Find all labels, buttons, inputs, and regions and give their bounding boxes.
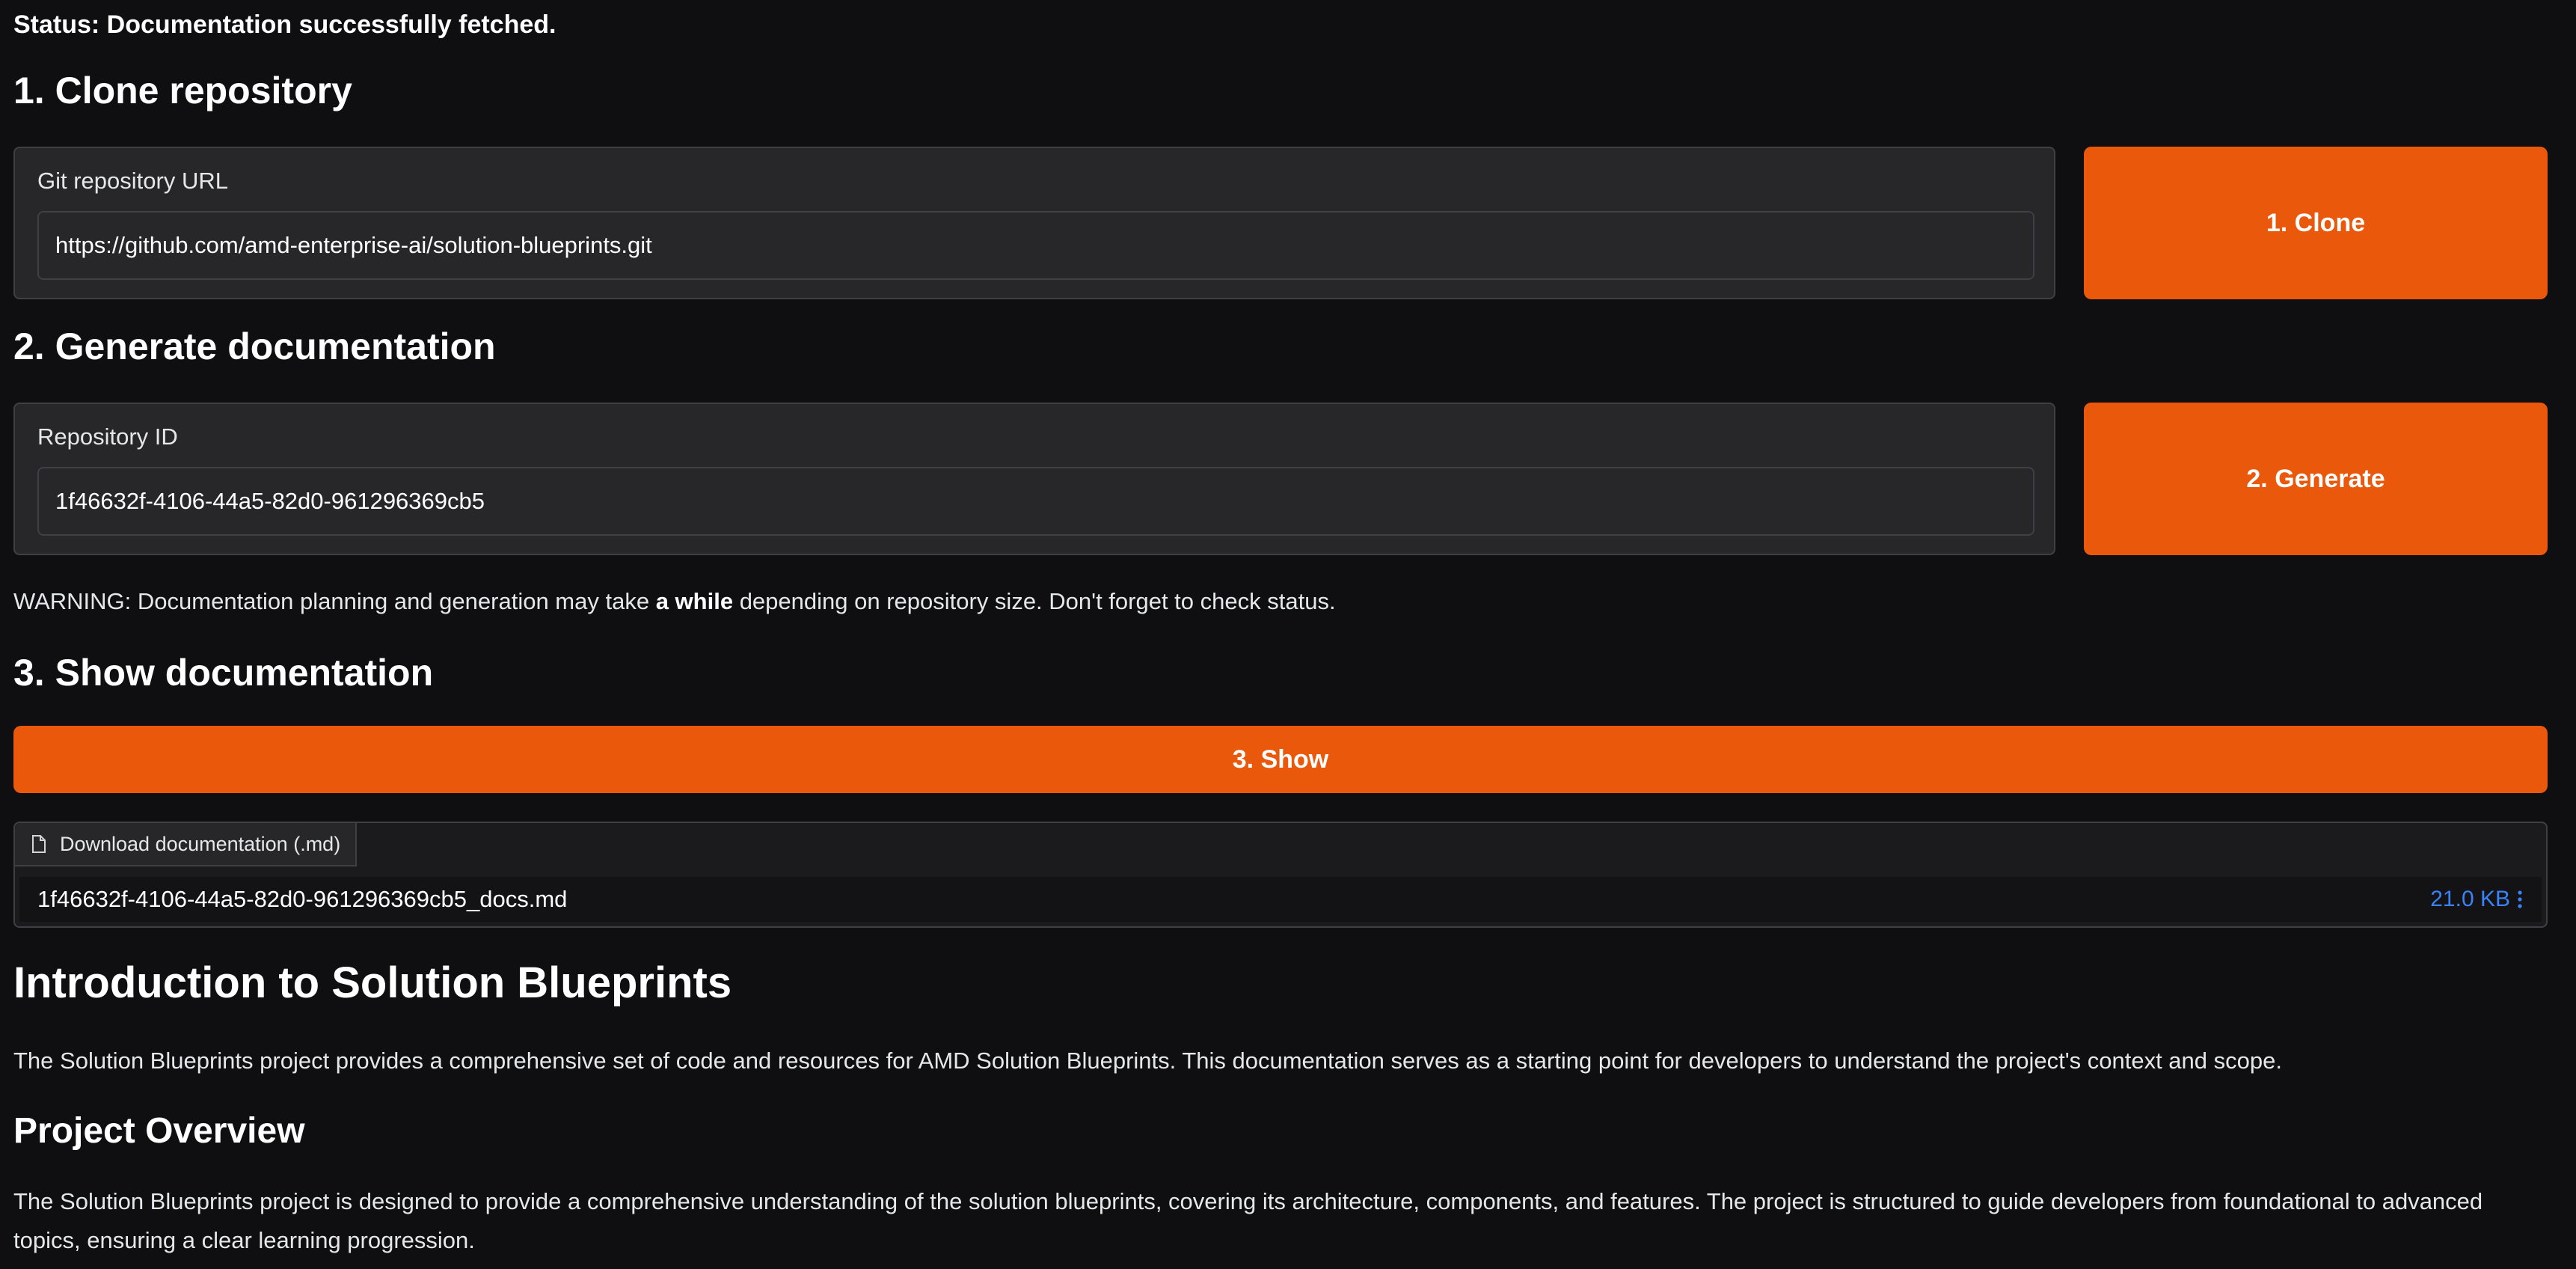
doc-overview-heading: Project Overview: [13, 1111, 305, 1151]
file-icon: [31, 835, 46, 853]
show-heading: 3. Show documentation: [13, 652, 434, 694]
download-tab-label: Download documentation (.md): [60, 832, 341, 855]
warning-suffix: depending on repository size. Don't forg…: [733, 588, 1336, 614]
clone-row: Git repository URL 1. Clone: [13, 147, 2548, 299]
doc-intro-paragraph: The Solution Blueprints project provides…: [13, 1048, 2282, 1074]
file-size: 21.0 KB: [2430, 887, 2510, 911]
clone-button[interactable]: 1. Clone: [2084, 147, 2548, 299]
file-name[interactable]: 1f46632f-4106-44a5-82d0-961296369cb5_doc…: [37, 886, 567, 913]
git-url-input[interactable]: [37, 211, 2034, 280]
warning-text: WARNING: Documentation planning and gene…: [13, 588, 1336, 615]
git-url-field-group: Git repository URL: [13, 147, 2055, 299]
generate-heading: 2. Generate documentation: [13, 325, 496, 367]
doc-overview-paragraph: The Solution Blueprints project is desig…: [13, 1188, 2483, 1253]
repository-id-label: Repository ID: [37, 423, 178, 450]
show-button[interactable]: 3. Show: [13, 726, 2548, 793]
kebab-menu-icon[interactable]: [2516, 889, 2524, 910]
clone-heading: 1. Clone repository: [13, 70, 352, 111]
download-panel: Download documentation (.md) 1f46632f-41…: [13, 822, 2548, 928]
warning-emphasis: a while: [655, 588, 734, 614]
app-page: Status: Documentation successfully fetch…: [0, 0, 2576, 1269]
generate-button[interactable]: 2. Generate: [2084, 403, 2548, 555]
status-text: Status: Documentation successfully fetch…: [13, 10, 556, 39]
repository-id-input[interactable]: [37, 467, 2034, 536]
repository-id-field-group: Repository ID: [13, 403, 2055, 555]
git-url-label: Git repository URL: [37, 168, 228, 194]
generate-row: Repository ID 2. Generate: [13, 403, 2548, 555]
file-size-group: 21.0 KB: [2430, 887, 2524, 912]
file-row[interactable]: 1f46632f-4106-44a5-82d0-961296369cb5_doc…: [19, 877, 2542, 922]
doc-title: Introduction to Solution Blueprints: [13, 958, 732, 1007]
download-tab[interactable]: Download documentation (.md): [15, 823, 358, 866]
warning-prefix: WARNING: Documentation planning and gene…: [13, 588, 656, 614]
